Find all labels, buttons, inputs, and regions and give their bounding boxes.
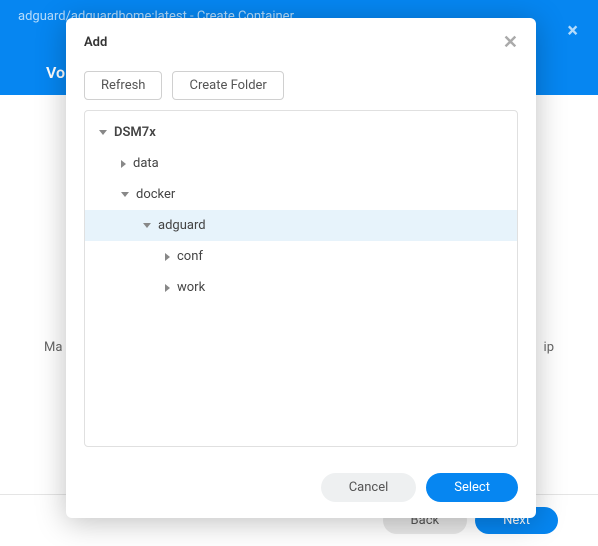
folder-tree[interactable]: DSM7x data docker adguard conf work [84, 110, 518, 447]
tree-node-dsm7x[interactable]: DSM7x [85, 117, 517, 148]
modal-header: Add ✕ [66, 18, 536, 67]
tree-node-label: adguard [158, 218, 206, 233]
create-folder-button[interactable]: Create Folder [172, 71, 283, 100]
tree-node-work[interactable]: work [85, 272, 517, 303]
tree-node-label: conf [177, 249, 203, 264]
tree-node-label: DSM7x [114, 125, 156, 140]
chevron-right-icon[interactable] [165, 284, 170, 292]
modal-toolbar: Refresh Create Folder [66, 67, 536, 110]
modal-footer: Cancel Select [66, 461, 536, 518]
chevron-down-icon[interactable] [121, 192, 129, 197]
tree-node-conf[interactable]: conf [85, 241, 517, 272]
modal-title: Add [84, 35, 107, 50]
select-button[interactable]: Select [426, 473, 518, 502]
chevron-down-icon[interactable] [99, 130, 107, 135]
cancel-button[interactable]: Cancel [321, 473, 417, 502]
chevron-down-icon[interactable] [143, 223, 151, 228]
tree-node-label: docker [136, 187, 175, 202]
parent-close-icon[interactable]: × [567, 18, 578, 42]
tree-node-adguard[interactable]: adguard [85, 210, 517, 241]
bg-text-left: Ma [44, 340, 62, 355]
refresh-button[interactable]: Refresh [84, 71, 162, 100]
chevron-right-icon[interactable] [121, 160, 126, 168]
close-icon[interactable]: ✕ [503, 32, 518, 53]
bg-text-right: ip [544, 340, 554, 355]
add-folder-modal: Add ✕ Refresh Create Folder DSM7x data doc… [66, 18, 536, 518]
tree-node-label: work [177, 280, 205, 295]
tree-node-label: data [133, 156, 159, 171]
chevron-right-icon[interactable] [165, 253, 170, 261]
tree-node-data[interactable]: data [85, 148, 517, 179]
tree-node-docker[interactable]: docker [85, 179, 517, 210]
